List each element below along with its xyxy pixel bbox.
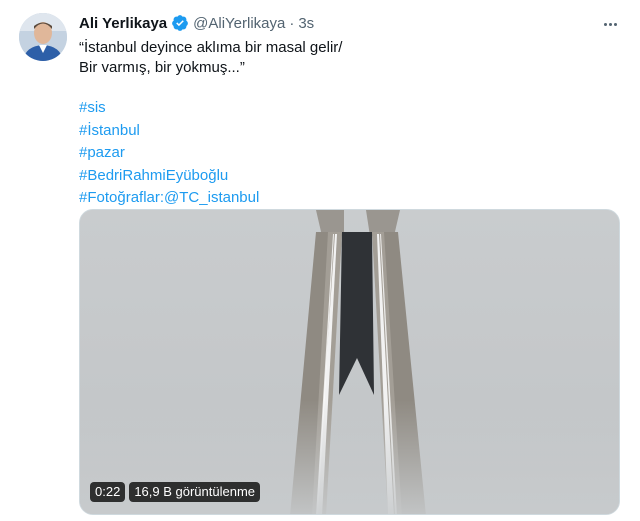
tweet-header: Ali Yerlikaya @AliYerlikaya · 3s bbox=[79, 12, 314, 34]
tweet-text-line: “İstanbul deyince aklıma bir masal gelir… bbox=[79, 39, 343, 56]
tweet-text: “İstanbul deyince aklıma bir masal gelir… bbox=[79, 38, 599, 78]
avatar-image bbox=[19, 13, 67, 61]
more-options-icon[interactable] bbox=[598, 12, 622, 36]
credit-hashtag-link[interactable]: #Fotoğraflar: bbox=[79, 189, 164, 206]
avatar[interactable] bbox=[19, 13, 67, 61]
photo-credit: #Fotoğraflar:@TC_istanbul bbox=[79, 187, 259, 210]
author-display-name[interactable]: Ali Yerlikaya bbox=[79, 15, 167, 32]
video-duration-badge: 0:22 bbox=[90, 482, 126, 502]
hashtag-link[interactable]: #sis bbox=[79, 97, 259, 120]
video-thumbnail bbox=[80, 210, 619, 514]
hashtag-link[interactable]: #pazar bbox=[79, 142, 259, 165]
hashtag-link[interactable]: #BedriRahmiEyüboğlu bbox=[79, 165, 259, 188]
author-handle[interactable]: @AliYerlikaya bbox=[193, 15, 285, 32]
separator-dot: · bbox=[289, 14, 295, 32]
tweet-timestamp[interactable]: 3s bbox=[298, 15, 314, 32]
hashtag-list: #sis #İstanbul #pazar #BedriRahmiEyüboğl… bbox=[79, 97, 259, 210]
verified-badge-icon bbox=[172, 15, 188, 31]
video-player[interactable]: 0:22 16,9 B görüntülenme bbox=[79, 209, 620, 515]
credit-mention-link[interactable]: @TC_istanbul bbox=[164, 189, 259, 206]
tweet-text-line: Bir varmış, bir yokmuş...” bbox=[79, 59, 245, 76]
hashtag-link[interactable]: #İstanbul bbox=[79, 120, 259, 143]
video-views-badge: 16,9 B görüntülenme bbox=[129, 482, 261, 502]
video-badges: 0:22 16,9 B görüntülenme bbox=[90, 482, 261, 502]
tweet[interactable]: Ali Yerlikaya @AliYerlikaya · 3s “İstanb… bbox=[0, 0, 640, 521]
